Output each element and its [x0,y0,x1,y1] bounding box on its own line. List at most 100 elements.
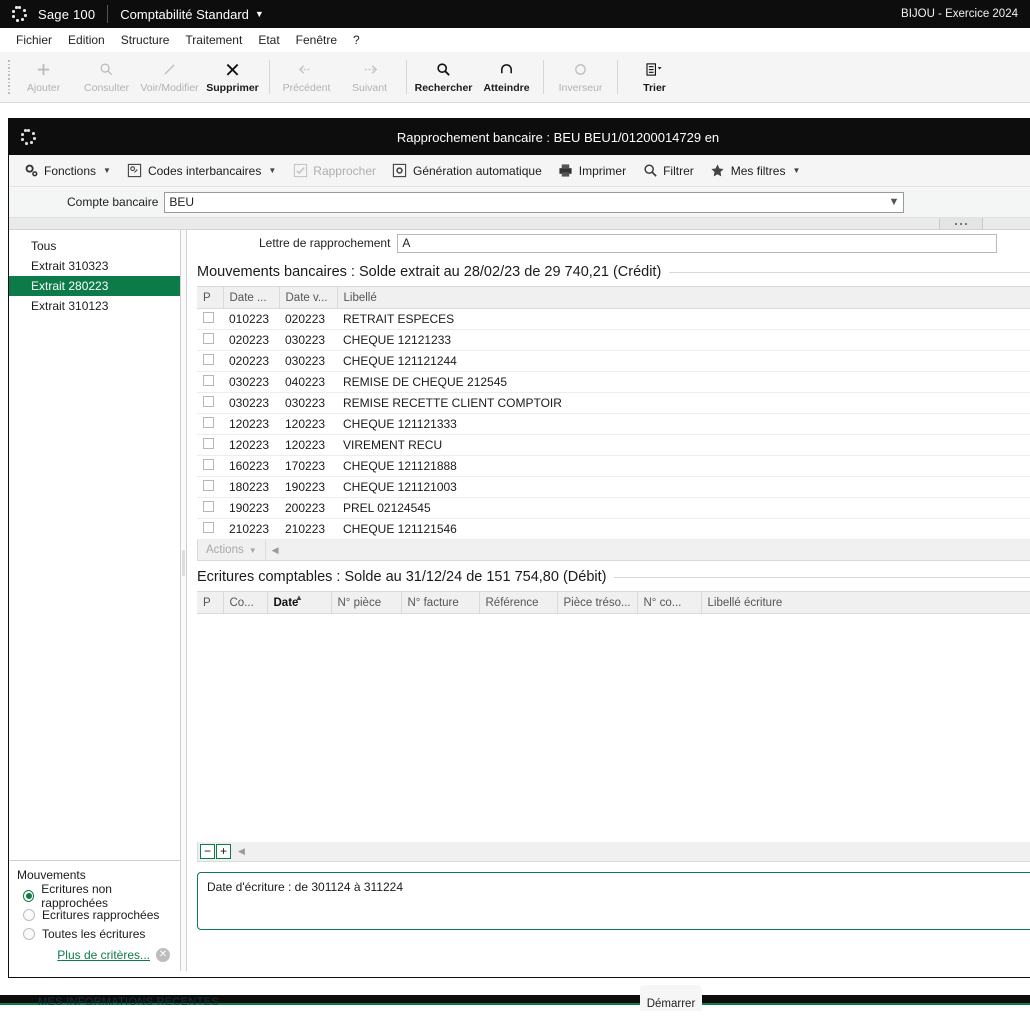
row-checkbox-cell[interactable] [197,308,223,330]
checkbox-icon[interactable] [203,438,214,449]
command-fonctions[interactable]: Fonctions ▼ [17,160,117,182]
column-header-p[interactable]: P [197,591,224,614]
checkbox-icon[interactable] [203,501,214,512]
empty-grid-area[interactable] [197,614,1030,842]
toolbar-button-inverseur[interactable]: Inverseur [549,52,612,102]
command-imprimer[interactable]: Imprimer [552,160,632,182]
clear-circle-icon[interactable]: ✕ [156,948,170,962]
bank-account-filter-row: Compte bancaire BEU ▼ [9,187,1030,217]
ledger-entries-header: Ecritures comptables : Solde au 31/12/24… [197,561,1030,591]
grip-dots-icon[interactable] [939,218,983,229]
start-button[interactable]: Démarrer [640,985,702,1011]
table-row[interactable]: 210223 210223 CHEQUE 121121546 [197,518,1030,540]
command-label: Génération automatique [412,163,542,178]
checkbox-icon[interactable] [203,480,214,491]
row-checkbox-cell[interactable] [197,434,223,456]
toolbar-button-precedent[interactable]: Précédent [275,52,338,102]
radio-ecritures-non-rapprochees[interactable]: Ecritures non rapprochées [17,882,172,910]
command-mes-filtres[interactable]: Mes filtres ▼ [704,160,807,182]
checkbox-icon[interactable] [203,354,214,365]
command-codes-interbancaires[interactable]: Codes interbancaires ▼ [121,160,282,182]
checkbox-icon[interactable] [203,333,214,344]
checkbox-icon[interactable] [203,396,214,407]
column-header-co[interactable]: Co... [223,591,268,614]
toolbar-button-ajouter[interactable]: Ajouter [12,52,75,102]
arrow-left-icon [298,60,315,79]
table-row[interactable]: 010223 020223 RETRAIT ESPECES [197,308,1030,330]
command-generation-automatique[interactable]: Génération automatique [386,160,548,182]
row-checkbox-cell[interactable] [197,329,223,351]
menu-item-structure[interactable]: Structure [113,31,178,49]
table-row[interactable]: 030223 040223 REMISE DE CHEQUE 212545 [197,371,1030,393]
menu-item-help[interactable]: ? [345,31,368,49]
checkbox-icon[interactable] [203,522,214,533]
menu-item-etat[interactable]: Etat [250,31,287,49]
statement-item-310323[interactable]: Extrait 310323 [9,256,180,276]
menu-item-fenetre[interactable]: Fenêtre [288,31,345,49]
radio-ecritures-rapprochees[interactable]: Ecritures rapprochées [17,905,172,924]
row-checkbox-cell[interactable] [197,455,223,477]
table-row[interactable]: 020223 030223 CHEQUE 12121233 [197,329,1030,351]
toolbar-button-consulter[interactable]: Consulter [75,52,138,102]
checkbox-icon[interactable] [203,459,214,470]
table-row[interactable]: 160223 170223 CHEQUE 121121888 [197,455,1030,477]
statement-item-310123[interactable]: Extrait 310123 [9,296,180,316]
table-row[interactable]: 020223 030223 CHEQUE 121121244 [197,350,1030,372]
row-checkbox-cell[interactable] [197,413,223,435]
menu-item-fichier[interactable]: Fichier [8,31,60,49]
toolbar-separator [406,60,407,94]
row-checkbox-cell[interactable] [197,518,223,540]
bank-account-select[interactable]: BEU ▼ [164,191,905,213]
column-header-date-v[interactable]: Date v... [279,286,338,309]
module-selector[interactable]: Comptabilité Standard ▼ [120,7,264,22]
horizontal-splitter[interactable] [9,217,1030,230]
table-row[interactable]: 120223 120223 VIREMENT RECU [197,434,1030,456]
menu-item-traitement[interactable]: Traitement [177,31,250,49]
vertical-splitter[interactable] [181,230,187,971]
toolbar-button-rechercher[interactable]: Rechercher [412,52,475,102]
triangle-left-icon[interactable]: ◀ [238,846,245,857]
column-header-libelle[interactable]: Libellé [337,286,1030,309]
row-checkbox-cell[interactable] [197,350,223,372]
column-header-libelle-ecriture[interactable]: Libellé écriture [701,591,1030,614]
triangle-left-icon[interactable]: ◀ [272,545,279,556]
chevron-down-icon: ▼ [268,166,277,175]
more-criteria-link[interactable]: Plus de critères... [57,948,150,962]
column-header-date[interactable]: Date ... [223,286,280,309]
table-row[interactable]: 030223 030223 REMISE RECETTE CLIENT COMP… [197,392,1030,414]
column-header-n-facture[interactable]: N° facture [401,591,480,614]
column-header-date[interactable]: ▲ Date [267,591,332,614]
statement-label: Extrait 310123 [31,299,109,313]
toolbar-button-trier[interactable]: Trier [623,52,686,102]
toolbar-button-supprimer[interactable]: Supprimer [201,52,264,102]
row-checkbox-cell[interactable] [197,392,223,414]
radio-toutes-les-ecritures[interactable]: Toutes les écritures [17,924,172,943]
checkbox-icon[interactable] [203,375,214,386]
bank-actions-button[interactable]: Actions ▼ [198,540,266,560]
minus-icon[interactable]: − [200,843,215,859]
table-row[interactable]: 120223 120223 CHEQUE 121121333 [197,413,1030,435]
column-header-reference[interactable]: Référence [479,591,558,614]
row-checkbox-cell[interactable] [197,497,223,519]
menu-item-edition[interactable]: Edition [60,31,113,49]
checkbox-icon[interactable] [203,312,214,323]
toolbar-button-suivant[interactable]: Suivant [338,52,401,102]
plus-icon[interactable]: + [216,843,231,859]
statement-item-280223[interactable]: Extrait 280223 [9,276,180,296]
statement-item-tous[interactable]: Tous [9,236,180,256]
toolbar-button-atteindre[interactable]: Atteindre [475,52,538,102]
row-checkbox-cell[interactable] [197,476,223,498]
table-row[interactable]: 190223 200223 PREL 02124545 [197,497,1030,519]
column-header-p[interactable]: P [197,286,224,309]
column-header-piece-treso[interactable]: Pièce tréso... [557,591,638,614]
app-brand-label: Sage 100 [38,6,96,22]
lettre-rapprochement-input[interactable]: A [397,233,998,253]
checkbox-icon[interactable] [203,417,214,428]
table-row[interactable]: 180223 190223 CHEQUE 121121003 [197,476,1030,498]
row-checkbox-cell[interactable] [197,371,223,393]
cell-date-v: 040223 [279,371,337,393]
command-filtrer[interactable]: Filtrer [636,160,700,182]
column-header-n-co[interactable]: N° co... [637,591,702,614]
toolbar-button-voir-modifier[interactable]: Voir/Modifier [138,52,201,102]
column-header-n-piece[interactable]: N° pièce [331,591,402,614]
